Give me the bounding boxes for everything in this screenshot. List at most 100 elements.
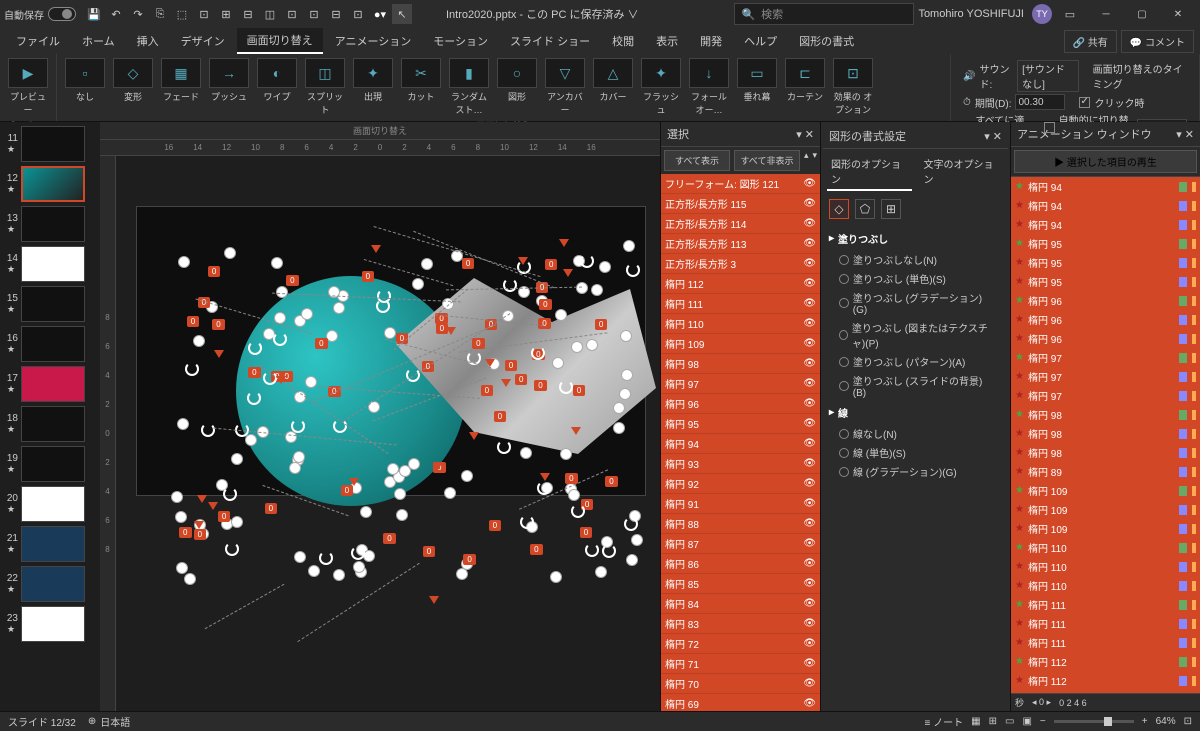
menu-図形の書式[interactable]: 図形の書式 — [789, 29, 864, 53]
selection-handle[interactable] — [619, 388, 631, 400]
avatar[interactable]: TY — [1032, 4, 1052, 24]
animation-duration-bar[interactable] — [1179, 239, 1187, 249]
rotation-handle[interactable] — [351, 546, 365, 560]
selection-item[interactable]: 楕円 91👁 — [661, 494, 820, 514]
animation-tag[interactable]: 0 — [538, 318, 550, 329]
slide-thumbnail[interactable] — [21, 446, 85, 482]
slide-indicator[interactable]: スライド 12/32 — [8, 714, 76, 729]
slide-thumbnail[interactable] — [21, 286, 85, 322]
transition-なし[interactable]: ▫なし — [61, 56, 109, 118]
menu-ファイル[interactable]: ファイル — [6, 29, 70, 53]
slide-thumbnail[interactable] — [21, 366, 85, 402]
animation-item[interactable]: ★楕円 96 — [1011, 310, 1200, 329]
maximize-icon[interactable]: ▢ — [1124, 0, 1160, 28]
menu-ホーム[interactable]: ホーム — [72, 29, 125, 53]
user-name[interactable]: Tomohiro YOSHIFUJI — [918, 8, 1024, 20]
transition-図形[interactable]: ○図形 — [493, 56, 541, 118]
menu-スライド ショー[interactable]: スライド ショー — [500, 29, 600, 53]
selection-handle[interactable] — [333, 302, 345, 314]
selection-item[interactable]: 楕円 97👁 — [661, 374, 820, 394]
menu-アニメーション[interactable]: アニメーション — [325, 29, 422, 53]
selection-item[interactable]: 楕円 84👁 — [661, 594, 820, 614]
transition-カット[interactable]: ✂カット — [397, 56, 445, 118]
slide-thumbnail[interactable] — [21, 566, 85, 602]
path-endpoint-icon[interactable] — [446, 327, 456, 335]
animation-item[interactable]: ★楕円 109 — [1011, 519, 1200, 538]
rotation-handle[interactable] — [319, 551, 333, 565]
animation-duration-bar[interactable] — [1179, 315, 1187, 325]
visibility-icon[interactable]: 👁 — [803, 518, 816, 529]
move-up-icon[interactable]: ▴ — [804, 150, 809, 171]
path-endpoint-icon[interactable] — [563, 269, 573, 277]
path-endpoint-icon[interactable] — [197, 495, 207, 503]
slide-thumbnail[interactable] — [21, 406, 85, 442]
visibility-icon[interactable]: 👁 — [803, 418, 816, 429]
selection-item[interactable]: 楕円 93👁 — [661, 454, 820, 474]
animation-tag[interactable]: 0 — [423, 546, 435, 557]
animation-duration-bar[interactable] — [1179, 391, 1187, 401]
animation-tag[interactable]: 0 — [265, 503, 277, 514]
animation-tag[interactable]: 0 — [286, 275, 298, 286]
fill-option[interactable]: 塗りつぶし (グラデーション)(G) — [829, 288, 1002, 318]
view-sorter-icon[interactable]: ⊞ — [989, 716, 997, 727]
selection-item[interactable]: 楕円 87👁 — [661, 534, 820, 554]
selection-handle[interactable] — [394, 488, 406, 500]
animation-duration-bar[interactable] — [1179, 334, 1187, 344]
animation-tag[interactable]: 0 — [187, 316, 199, 327]
path-endpoint-icon[interactable] — [276, 376, 286, 384]
line-option[interactable]: 線 (グラデーション)(G) — [829, 462, 1002, 481]
qat-icon[interactable]: ●▾ — [370, 4, 390, 24]
play-selected-button[interactable]: ▶ 選択した項目の再生 — [1014, 150, 1197, 173]
qat-icon[interactable]: ⊞ — [216, 4, 236, 24]
selection-handle[interactable] — [456, 568, 468, 580]
animation-tag[interactable]: 0 — [489, 520, 501, 531]
effects-icon[interactable]: ⬠ — [855, 199, 875, 219]
animation-item[interactable]: ★楕円 97 — [1011, 367, 1200, 386]
animation-item[interactable]: ★楕円 97 — [1011, 386, 1200, 405]
selection-handle[interactable] — [550, 571, 562, 583]
animation-item[interactable]: ★楕円 112 — [1011, 652, 1200, 671]
zoom-out-icon[interactable]: − — [1040, 716, 1046, 727]
selection-handle[interactable] — [384, 327, 396, 339]
animation-tag[interactable]: 0 — [462, 258, 474, 269]
visibility-icon[interactable]: 👁 — [803, 398, 816, 409]
path-endpoint-icon[interactable] — [571, 427, 581, 435]
animation-item[interactable]: ★楕円 89 — [1011, 462, 1200, 481]
selection-handle[interactable] — [176, 562, 188, 574]
animation-duration-bar[interactable] — [1179, 619, 1187, 629]
selection-item[interactable]: 楕円 83👁 — [661, 614, 820, 634]
animation-item[interactable]: ★楕円 95 — [1011, 253, 1200, 272]
animation-duration-bar[interactable] — [1179, 543, 1187, 553]
animation-duration-bar[interactable] — [1179, 676, 1187, 686]
dropdown-icon[interactable]: ▾ — [796, 129, 802, 141]
visibility-icon[interactable]: 👁 — [803, 238, 816, 249]
animation-tag[interactable]: 0 — [481, 385, 493, 396]
effect-options-button[interactable]: ⊡効果の オプション — [829, 56, 877, 118]
visibility-icon[interactable]: 👁 — [803, 258, 816, 269]
ribbon-options-icon[interactable]: ▭ — [1060, 4, 1080, 24]
selection-item[interactable]: 楕円 71👁 — [661, 654, 820, 674]
qat-icon[interactable]: ⊡ — [348, 4, 368, 24]
animation-duration-bar[interactable] — [1179, 410, 1187, 420]
fill-option[interactable]: 塗りつぶしなし(N) — [829, 250, 1002, 269]
animation-duration-bar[interactable] — [1179, 486, 1187, 496]
visibility-icon[interactable]: 👁 — [803, 278, 816, 289]
close-pane-icon[interactable]: ✕ — [1185, 129, 1194, 141]
close-pane-icon[interactable]: ✕ — [993, 131, 1002, 143]
path-endpoint-icon[interactable] — [501, 379, 511, 387]
animation-duration-bar[interactable] — [1179, 657, 1187, 667]
animation-duration-bar[interactable] — [1179, 277, 1187, 287]
animation-item[interactable]: ★楕円 94 — [1011, 215, 1200, 234]
selection-handle[interactable] — [552, 357, 564, 369]
selection-item[interactable]: 楕円 109👁 — [661, 334, 820, 354]
animation-item[interactable]: ★楕円 96 — [1011, 329, 1200, 348]
fill-option[interactable]: 塗りつぶし (図またはテクスチャ)(P) — [829, 318, 1002, 352]
selection-handle[interactable] — [360, 506, 372, 518]
tab-shape-options[interactable]: 図形のオプション — [827, 153, 912, 191]
visibility-icon[interactable]: 👁 — [803, 578, 816, 589]
animation-item[interactable]: ★楕円 111 — [1011, 595, 1200, 614]
selection-handle[interactable] — [568, 489, 580, 501]
selection-handle[interactable] — [271, 257, 283, 269]
transition-カーテン[interactable]: ⊏カーテン — [781, 56, 829, 118]
language-indicator[interactable]: 日本語 — [100, 714, 130, 729]
